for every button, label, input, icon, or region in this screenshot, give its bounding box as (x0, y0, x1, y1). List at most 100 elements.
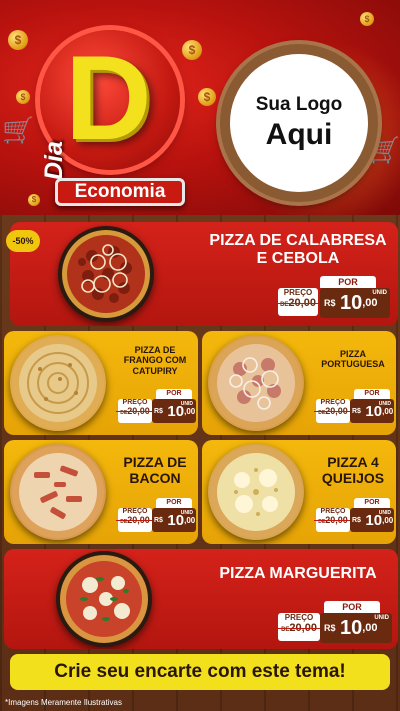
new-price-box: R$ 10,00 UNID (320, 288, 390, 318)
dia-d-logo: D Dia Economia (20, 30, 190, 206)
product-title-portuguesa: PIZZA PORTUGUESA (310, 349, 396, 370)
pizza-image-frango (10, 335, 106, 431)
pizza-calabresa-art (62, 230, 150, 318)
logo-dia-text: Dia (40, 141, 68, 180)
price-cents: ,00 (184, 515, 196, 525)
title-line: CATUPIRY (132, 365, 178, 376)
old-price-box: PREÇO DE20,00 (276, 288, 320, 316)
old-price-value: 20,00 (127, 515, 150, 525)
new-price-box: R$ 10,00 UNID (152, 399, 196, 423)
price-cents: ,00 (382, 406, 394, 416)
preco-label: PREÇO (320, 399, 346, 406)
old-price-box: PREÇO DE20,00 (276, 613, 322, 641)
currency: R$ (352, 516, 361, 524)
product-card-bacon[interactable]: PIZZA DE BACON POR PREÇO DE20,00 R$ 10,0… (4, 440, 198, 544)
currency: R$ (324, 623, 336, 633)
price-cents: ,00 (382, 515, 394, 525)
por-label: POR (354, 389, 390, 399)
por-label: POR (156, 498, 192, 508)
product-card-portuguesa[interactable]: PIZZA PORTUGUESA POR PREÇO DE20,00 R$ 10… (202, 331, 396, 435)
old-price-box: PREÇO DE20,00 (314, 399, 352, 423)
pizza-image-calabresa (58, 226, 154, 322)
old-price-value: 20,00 (289, 622, 317, 634)
old-price: DE20,00 (276, 622, 322, 634)
old-price-box: PREÇO DE20,00 (314, 508, 352, 532)
price-cents: ,00 (184, 406, 196, 416)
unit-label: UNID (372, 290, 387, 296)
title-line: PIZZA DE (134, 345, 176, 355)
title-line: E CEBOLA (256, 250, 340, 268)
preco-label: PREÇO (283, 288, 313, 297)
logo-letter: D (65, 31, 152, 165)
product-card-calabresa[interactable]: PIZZA DE CALABRESA E CEBOLA POR PREÇO DE… (10, 222, 398, 326)
preco-label: PREÇO (122, 399, 148, 406)
title-line: PIZZA DE (123, 454, 187, 470)
price-cents: ,00 (362, 297, 378, 309)
price-cents: ,00 (362, 622, 378, 634)
unit-label: UNID (180, 401, 193, 407)
title-line: PIZZA 4 (327, 454, 379, 470)
por-label: POR (156, 389, 192, 399)
price-int: 10 (339, 291, 363, 314)
old-price: DE20,00 (116, 515, 154, 525)
title-line: FRANGO COM (123, 355, 187, 366)
product-title-frango: PIZZA DE FRANGO COM CATUPIRY (112, 345, 198, 376)
old-price: DE20,00 (314, 515, 352, 525)
currency: R$ (154, 516, 163, 524)
product-title-4-queijos: PIZZA 4 QUEIJOS (310, 454, 396, 486)
pizza-image-4-queijos (208, 444, 304, 540)
pizza-image-portuguesa (208, 335, 304, 431)
cta-banner[interactable]: Crie seu encarte com este tema! (10, 654, 390, 690)
new-price-box: R$ 10,00 UNID (320, 613, 392, 643)
logo-economia: Economia (55, 178, 185, 206)
old-price: DE20,00 (116, 406, 154, 416)
old-price: DE20,00 (276, 297, 320, 309)
por-label: POR (324, 601, 380, 613)
title-line: PIZZA MARGUERITA (219, 565, 377, 582)
brand-line-1: Sua Logo (255, 94, 343, 115)
pizza-4-queijos-art (210, 446, 302, 538)
pizza-image-marguerita (56, 551, 152, 647)
old-price-box: PREÇO DE20,00 (116, 508, 154, 532)
currency: R$ (154, 407, 163, 415)
old-price-value: 20,00 (288, 297, 316, 309)
brand-logo-placeholder: Sua Logo Aqui (220, 44, 378, 202)
por-label: POR (320, 276, 376, 288)
new-price-box: R$ 10,00 UNID (152, 508, 196, 532)
title-line: PIZZA DE CALABRESA (209, 232, 387, 249)
old-price-box: PREÇO DE20,00 (116, 399, 154, 423)
old-price-value: 20,00 (325, 515, 348, 525)
old-price-value: 20,00 (127, 406, 150, 416)
unit-label: UNID (180, 510, 193, 516)
title-line: PORTUGUESA (321, 359, 385, 370)
unit-label: UNID (374, 615, 389, 621)
old-price: DE20,00 (314, 406, 352, 416)
product-card-frango[interactable]: PIZZA DE FRANGO COM CATUPIRY POR PREÇO D… (4, 331, 198, 435)
preco-label: PREÇO (122, 508, 148, 515)
por-label: POR (354, 498, 390, 508)
pizza-marguerita-art (60, 555, 148, 643)
coin-icon: $ (360, 12, 374, 26)
footnote: *Imagens Meramente Ilustrativas (5, 698, 122, 707)
new-price-box: R$ 10,00 UNID (350, 399, 394, 423)
new-price-box: R$ 10,00 UNID (350, 508, 394, 532)
pizza-frango-art (12, 337, 104, 429)
currency: R$ (324, 298, 336, 308)
title-line: BACON (129, 470, 181, 487)
old-price-value: 20,00 (325, 406, 348, 416)
unit-label: UNID (378, 401, 391, 407)
product-card-4-queijos[interactable]: PIZZA 4 QUEIJOS POR PREÇO DE20,00 R$ 10,… (202, 440, 396, 544)
product-title-marguerita: PIZZA MARGUERITA (200, 565, 396, 583)
price-int: 10 (339, 616, 363, 639)
title-line: PIZZA (340, 349, 366, 359)
preco-label: PREÇO (320, 508, 346, 515)
pizza-bacon-art (12, 446, 104, 538)
product-title-bacon: PIZZA DE BACON (112, 454, 198, 486)
currency: R$ (352, 407, 361, 415)
pizza-portuguesa-art (210, 337, 302, 429)
coin-icon: $ (198, 88, 216, 106)
header-banner: $ $ $ $ $ $ 🛒 🛒 D Dia Economia Sua Logo … (0, 0, 400, 215)
preco-label: PREÇO (284, 613, 314, 622)
unit-label: UNID (378, 510, 391, 516)
product-card-marguerita[interactable]: PIZZA MARGUERITA POR PREÇO DE20,00 R$ 10… (4, 549, 398, 649)
